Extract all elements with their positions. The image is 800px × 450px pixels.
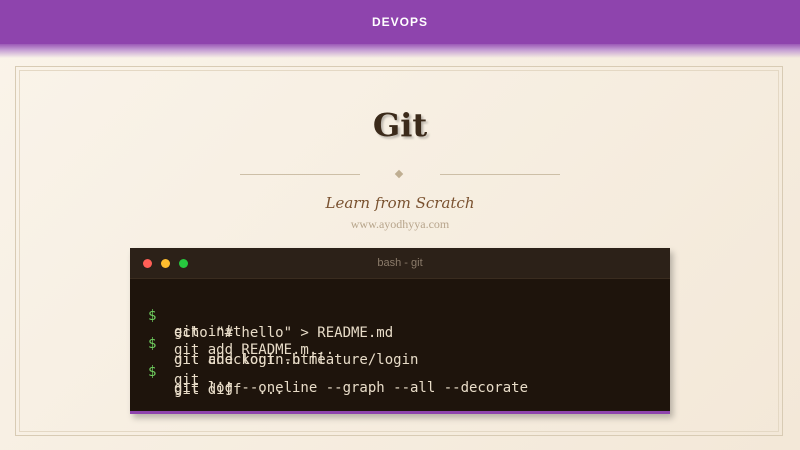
command-text: echo "# hello" > README.md: [174, 325, 394, 341]
header-fade: [0, 44, 800, 58]
terminal-window: bash - git $ git init echo "# hello" > R…: [130, 248, 670, 414]
command-text: git add login.html: [174, 352, 326, 368]
header-bar: DEVOPS: [0, 0, 800, 44]
terminal-titlebar: bash - git: [130, 248, 670, 279]
command-text: git diff ...: [174, 382, 284, 398]
divider-left: [240, 174, 360, 175]
brand-label[interactable]: DEVOPS: [372, 15, 428, 29]
divider-right: [440, 174, 560, 175]
terminal-title: bash - git: [377, 257, 423, 269]
terminal-line: git diff ...: [130, 366, 284, 398]
terminal-line: $ git init: [130, 292, 241, 340]
site-url: www.ayodhyya.com: [350, 217, 450, 231]
subtitle: Learn from Scratch: [325, 194, 475, 212]
page-title: Git: [372, 106, 428, 144]
